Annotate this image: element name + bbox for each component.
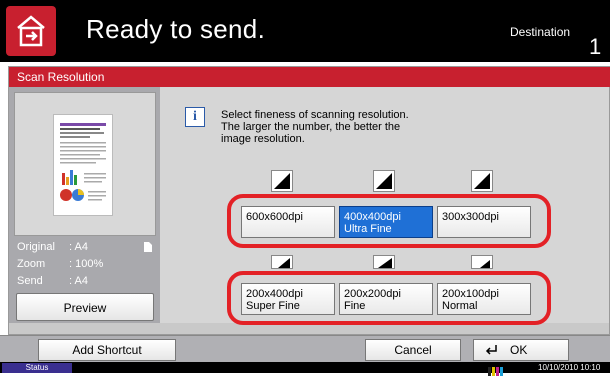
info-icon: i — [185, 107, 205, 127]
destination-count: 1 — [589, 34, 602, 59]
enter-icon — [485, 345, 497, 355]
original-info: Original: A4 — [17, 241, 88, 253]
zoom-info: Zoom: 100% — [17, 258, 104, 270]
resolution-400x400-button[interactable]: 400x400dpi Ultra Fine — [339, 206, 433, 238]
document-thumbnail — [54, 115, 112, 215]
status-datetime: 10/10/2010 10:10 — [538, 363, 601, 372]
resolution-level-icon — [271, 255, 293, 269]
document-preview — [14, 92, 156, 236]
send-icon — [17, 15, 45, 47]
resolution-200x100-button[interactable]: 200x100dpi Normal — [437, 283, 531, 315]
status-bar — [0, 362, 610, 373]
ok-button[interactable]: OK — [473, 339, 569, 361]
resolution-level-icon — [373, 255, 395, 269]
destination-label: Destination — [510, 25, 571, 39]
resolution-300x300-button[interactable]: 300x300dpi — [437, 206, 531, 238]
document-thumbnail-image — [60, 123, 106, 201]
panel-title: Scan Resolution — [9, 67, 610, 87]
instruction-text: Select fineness of scanning resolution. … — [221, 109, 409, 145]
resolution-level-icon — [373, 170, 395, 192]
resolution-600x600-button[interactable]: 600x600dpi — [241, 206, 335, 238]
resolution-level-icon — [471, 255, 493, 269]
toner-level-icon — [488, 363, 504, 376]
page-title: Ready to send. — [86, 14, 266, 44]
cancel-button[interactable]: Cancel — [365, 339, 461, 361]
status-button[interactable]: Status — [2, 363, 72, 373]
resolution-200x200-button[interactable]: 200x200dpi Fine — [339, 283, 433, 315]
preview-button[interactable]: Preview — [16, 293, 154, 321]
send-info: Send: A4 — [17, 275, 88, 287]
resolution-200x400-button[interactable]: 200x400dpi Super Fine — [241, 283, 335, 315]
send-home-button[interactable] — [6, 6, 56, 56]
orientation-icon — [144, 242, 152, 252]
resolution-level-icon — [271, 170, 293, 192]
add-shortcut-button[interactable]: Add Shortcut — [38, 339, 176, 361]
resolution-level-icon — [471, 170, 493, 192]
